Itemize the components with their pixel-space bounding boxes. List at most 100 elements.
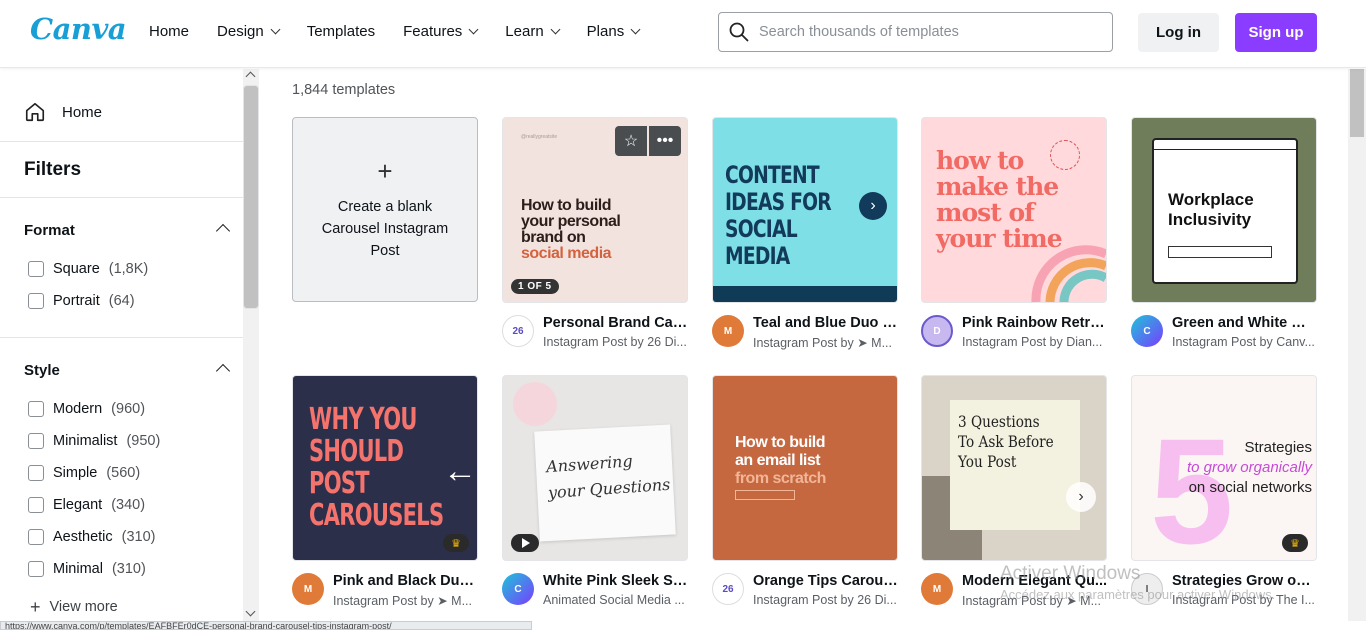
template-meta: C Green and White Mi... Instagram Post by…	[1131, 315, 1317, 349]
template-title[interactable]: Personal Brand Car...	[543, 315, 688, 331]
template-results: 1,844 templates + Create a blank Carouse…	[259, 69, 1348, 621]
template-card[interactable]: Answering your Questions C White Pink Sl…	[502, 375, 688, 607]
template-thumbnail[interactable]: @reallygreatsite How to build your perso…	[502, 117, 688, 303]
avatar[interactable]: C	[1131, 315, 1163, 347]
page-count-badge: 1 OF 5	[511, 279, 559, 294]
next-arrow-icon[interactable]: ›	[859, 192, 887, 220]
style-section-title[interactable]: Style	[24, 362, 60, 379]
search-box[interactable]	[718, 12, 1113, 52]
template-author[interactable]: Animated Social Media ...	[543, 593, 688, 607]
avatar[interactable]: C	[502, 573, 534, 605]
avatar[interactable]: D	[921, 315, 953, 347]
avatar[interactable]: M	[292, 573, 324, 605]
template-card[interactable]: how to make the most of your time D Pink…	[921, 117, 1107, 349]
template-author[interactable]: Instagram Post by 26 Di...	[753, 593, 898, 607]
thumb-heading: WHY YOU SHOULD POST CAROUSELS	[309, 402, 444, 533]
login-button[interactable]: Log in	[1138, 13, 1219, 52]
signup-button[interactable]: Sign up	[1235, 13, 1317, 52]
checkbox[interactable]	[28, 529, 44, 545]
template-title[interactable]: Orange Tips Carous...	[753, 573, 898, 589]
template-card[interactable]: Workplace Inclusivity C Green and White …	[1131, 117, 1317, 349]
sidebar-scrollbar[interactable]	[243, 69, 259, 621]
template-title[interactable]: Teal and Blue Duo T...	[753, 315, 898, 331]
checkbox[interactable]	[28, 293, 44, 309]
template-card[interactable]: WHY YOU SHOULD POST CAROUSELS ← ♛ M Pink…	[292, 375, 478, 608]
scrollbar-thumb[interactable]	[243, 85, 259, 309]
template-title[interactable]: Pink Rainbow Retro...	[962, 315, 1107, 331]
filter-option-square[interactable]: Square (1,8K)	[28, 261, 148, 277]
nav-design[interactable]: Design	[217, 23, 281, 40]
nav-learn[interactable]: Learn	[505, 23, 561, 40]
star-icon[interactable]: ☆	[615, 126, 647, 156]
avatar[interactable]: 26	[502, 315, 534, 347]
template-title[interactable]: Pink and Black Duo ...	[333, 573, 478, 589]
checkbox[interactable]	[28, 433, 44, 449]
page-scrollbar[interactable]	[1348, 69, 1366, 621]
checkbox[interactable]	[28, 497, 44, 513]
next-arrow-icon[interactable]: ›	[1066, 482, 1096, 512]
nav-home[interactable]: Home	[149, 23, 189, 40]
canva-logo[interactable]: Canva	[30, 12, 127, 46]
template-author[interactable]: Instagram Post by ➤ M...	[333, 593, 478, 608]
checkbox[interactable]	[28, 261, 44, 277]
rainbow-graphic	[1031, 245, 1106, 302]
template-thumbnail[interactable]: Workplace Inclusivity	[1131, 117, 1317, 303]
filter-option-modern[interactable]: Modern (960)	[28, 401, 145, 417]
checkbox[interactable]	[28, 561, 44, 577]
template-card[interactable]: 3 Questions To Ask Before You Post › M M…	[921, 375, 1107, 608]
template-thumbnail[interactable]: WHY YOU SHOULD POST CAROUSELS ← ♛	[292, 375, 478, 561]
sidebar-home-link[interactable]: Home	[24, 101, 102, 123]
filter-option-portrait[interactable]: Portrait (64)	[28, 293, 135, 309]
badge-circle	[1050, 140, 1080, 170]
template-thumbnail[interactable]: how to make the most of your time	[921, 117, 1107, 303]
thumb-footer-band	[713, 286, 897, 302]
nav-learn-label: Learn	[505, 23, 544, 40]
option-count: (560)	[106, 465, 141, 481]
option-label: Minimal	[53, 561, 103, 577]
avatar[interactable]: M	[712, 315, 744, 347]
nav-templates[interactable]: Templates	[307, 23, 375, 40]
option-label: Minimalist	[53, 433, 118, 449]
filter-option-elegant[interactable]: Elegant (340)	[28, 497, 145, 513]
filter-option-minimalist[interactable]: Minimalist (950)	[28, 433, 160, 449]
template-card[interactable]: @reallygreatsite How to build your perso…	[502, 117, 688, 349]
template-author[interactable]: Instagram Post by Dian...	[962, 335, 1107, 349]
more-options-icon[interactable]: •••	[649, 126, 681, 156]
filter-option-minimal[interactable]: Minimal (310)	[28, 561, 146, 577]
template-thumbnail[interactable]: Answering your Questions	[502, 375, 688, 561]
filter-option-simple[interactable]: Simple (560)	[28, 465, 140, 481]
template-author[interactable]: Instagram Post by Canv...	[1172, 335, 1317, 349]
template-card[interactable]: How to build an email list from scratch …	[712, 375, 898, 607]
template-thumbnail[interactable]: 5 Strategies to grow organically on soci…	[1131, 375, 1317, 561]
template-title[interactable]: Green and White Mi...	[1172, 315, 1317, 331]
template-author[interactable]: Instagram Post by ➤ M...	[753, 335, 898, 350]
chevron-up-icon[interactable]	[215, 223, 231, 239]
crown-icon: ♛	[1282, 534, 1308, 552]
template-thumbnail[interactable]: 3 Questions To Ask Before You Post ›	[921, 375, 1107, 561]
template-thumbnail[interactable]: How to build an email list from scratch	[712, 375, 898, 561]
avatar[interactable]: 26	[712, 573, 744, 605]
template-thumbnail[interactable]: CONTENT IDEAS FOR SOCIAL MEDIA ›	[712, 117, 898, 303]
scroll-down-icon[interactable]	[245, 606, 256, 617]
chevron-up-icon[interactable]	[215, 363, 231, 379]
nav-features[interactable]: Features	[403, 23, 479, 40]
checkbox[interactable]	[28, 465, 44, 481]
avatar[interactable]: M	[921, 573, 953, 605]
scroll-up-icon[interactable]	[245, 71, 256, 82]
thumb-input	[1168, 246, 1272, 258]
chevron-down-icon	[630, 24, 641, 35]
checkbox[interactable]	[28, 401, 44, 417]
template-author[interactable]: Instagram Post by 26 Di...	[543, 335, 688, 349]
option-label: Elegant	[53, 497, 103, 513]
filter-option-aesthetic[interactable]: Aesthetic (310)	[28, 529, 156, 545]
nav-plans[interactable]: Plans	[587, 23, 641, 40]
divider	[0, 337, 243, 338]
template-card[interactable]: CONTENT IDEAS FOR SOCIAL MEDIA › M Teal …	[712, 117, 898, 350]
scrollbar-thumb[interactable]	[1350, 69, 1364, 137]
create-blank-card[interactable]: + Create a blank Carousel Instagram Post	[292, 117, 478, 302]
view-more-link[interactable]: + View more	[30, 598, 118, 616]
template-card[interactable]: 5 Strategies to grow organically on soci…	[1131, 375, 1317, 607]
format-section-title[interactable]: Format	[24, 222, 75, 239]
template-title[interactable]: White Pink Sleek Sc...	[543, 573, 688, 589]
search-input[interactable]	[759, 24, 1079, 40]
